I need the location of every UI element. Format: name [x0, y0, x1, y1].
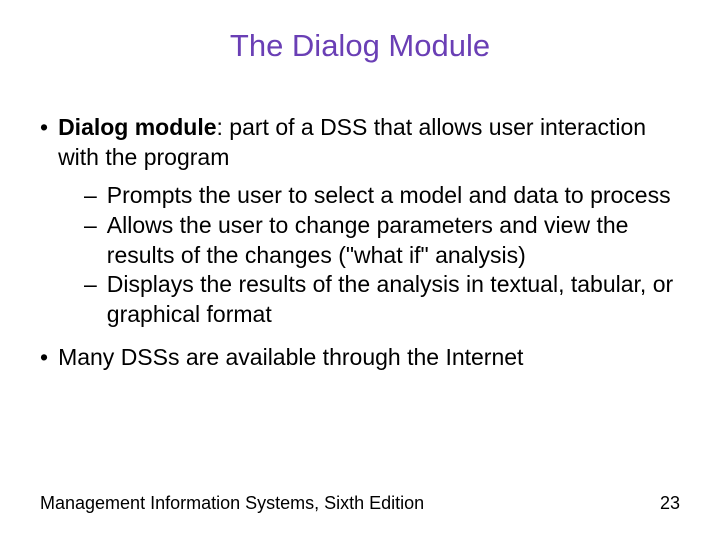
dash-marker: –	[84, 211, 107, 271]
bullet-bold-term: Dialog module	[58, 114, 216, 140]
sub-bullet-item: – Displays the results of the analysis i…	[84, 270, 680, 330]
sub-bullet-text: Allows the user to change parameters and…	[107, 211, 680, 271]
footer-page-number: 23	[660, 493, 680, 514]
sub-list: – Prompts the user to select a model and…	[40, 181, 680, 330]
bullet-item: • Dialog module: part of a DSS that allo…	[40, 112, 680, 173]
dash-marker: –	[84, 270, 107, 330]
dash-marker: –	[84, 181, 107, 211]
sub-bullet-text: Displays the results of the analysis in …	[107, 270, 680, 330]
bullet-marker: •	[40, 112, 58, 173]
sub-bullet-item: – Allows the user to change parameters a…	[84, 211, 680, 271]
slide-footer: Management Information Systems, Sixth Ed…	[40, 493, 680, 514]
bullet-item: • Many DSSs are available through the In…	[40, 342, 680, 372]
sub-bullet-item: – Prompts the user to select a model and…	[84, 181, 680, 211]
slide-title: The Dialog Module	[0, 0, 720, 64]
bullet-marker: •	[40, 342, 58, 372]
bullet-text: Many DSSs are available through the Inte…	[58, 342, 680, 372]
slide-content: • Dialog module: part of a DSS that allo…	[0, 64, 720, 373]
sub-bullet-text: Prompts the user to select a model and d…	[107, 181, 680, 211]
footer-source: Management Information Systems, Sixth Ed…	[40, 493, 424, 514]
bullet-text: Dialog module: part of a DSS that allows…	[58, 112, 680, 173]
